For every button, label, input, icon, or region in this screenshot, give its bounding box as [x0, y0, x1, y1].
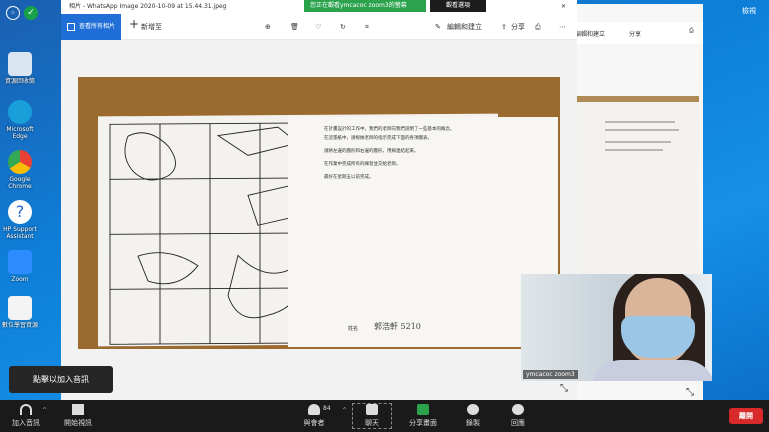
desktop-icon-document[interactable]: 數位學習資源 — [2, 296, 38, 329]
emoji-icon — [512, 404, 524, 415]
view-all-photos-button[interactable]: 查看所有相片 — [61, 14, 121, 40]
expand-icon[interactable]: ⤡ — [560, 383, 568, 394]
secondary-toolbar: 編輯和建立 分享 ⎙ — [563, 22, 703, 44]
record-label: 錄製 — [466, 419, 480, 427]
share-button[interactable]: 分享 — [511, 21, 525, 33]
participant-name-label: ymcacoc zoom3 — [523, 370, 578, 379]
document-lines — [605, 121, 679, 151]
add-icon[interactable]: + — [129, 18, 139, 30]
desktop-icon-label: 數位學習資源 — [2, 322, 39, 329]
face-mask — [621, 316, 695, 358]
headphones-icon — [20, 404, 32, 415]
participants-label: 與會者 — [303, 419, 325, 427]
record-icon — [467, 404, 479, 415]
desktop-icon-label: HP Support Assistant — [3, 226, 37, 240]
share-screen-icon — [417, 404, 429, 415]
handwritten-name: 郭浩軒 5210 — [374, 322, 421, 331]
reactions-button[interactable]: 回應 — [498, 404, 538, 428]
screen-share-banner: 您正在觀看ymcacoc zoom3的螢幕 觀看選項 — [304, 0, 486, 12]
edit-create-button[interactable]: 編輯和建立 — [575, 29, 605, 38]
zoom-toolbar: 加入音訊 ^ 開始視訊 與會者 84 ^ 聊天 分享畫面 錄製 回應 — [0, 400, 769, 432]
name-label: 姓名 — [348, 326, 359, 332]
help-icon: ? — [8, 200, 32, 224]
share-button[interactable]: 分享 — [629, 29, 641, 38]
instruction-line: 最好在星期五以前完成。 — [324, 175, 374, 180]
edit-icon[interactable]: ✎ — [435, 21, 441, 33]
desktop-icon-label: Microsoft Edge — [6, 126, 34, 140]
document-photo-secondary — [575, 96, 699, 274]
more-icon[interactable]: ⋯ — [559, 21, 566, 33]
photos-icon — [67, 23, 75, 31]
view-options-button[interactable]: 觀看選項 — [430, 0, 486, 12]
desktop-icon-hp-support[interactable]: ? HP Support Assistant — [2, 200, 38, 240]
instruction-line: 在作業中完成所有的練習並交給老師。 — [324, 162, 401, 167]
participants-icon — [308, 404, 320, 415]
desktop-icon-label: Zoom — [11, 276, 29, 283]
join-audio-tooltip: 點擊以加入音訊 — [9, 366, 113, 393]
worksheet-right: 在計畫設計的工作中，我們的老師向我們說明了一些基本的概念。 在這張紙中，請根據老… — [288, 117, 558, 347]
document-icon — [8, 296, 32, 320]
instruction-line: 請將左邊的圖形和右邊的圖形，用線連結起來。 — [324, 149, 419, 154]
instruction-line: 在這張紙中，請根據老師的指示完成下面的各項圖表。 — [324, 136, 432, 141]
favorite-icon[interactable]: ♡ — [315, 21, 321, 33]
photos-window: 相片 - WhatsApp Image 2020-10-09 at 15.44.… — [61, 0, 577, 400]
participant-video[interactable]: ymcacoc zoom3 — [521, 274, 712, 381]
share-status: 您正在觀看ymcacoc zoom3的螢幕 — [304, 0, 426, 12]
desktop-icon-recycle-bin[interactable]: 資源回收筒 — [2, 52, 38, 85]
zoom-in-icon[interactable]: ⊕ — [265, 21, 271, 33]
start-video-label: 開始視訊 — [64, 419, 92, 427]
view-button[interactable]: 檢視 — [742, 6, 756, 16]
expand-icon[interactable]: ⤡ — [686, 387, 694, 398]
video-off-icon — [72, 404, 84, 415]
close-icon[interactable]: ✕ — [561, 0, 566, 14]
delete-icon[interactable]: 🗑 — [290, 21, 299, 33]
taskview-icon[interactable]: ◦ — [6, 6, 20, 20]
leave-meeting-button[interactable]: 離開 — [729, 408, 763, 424]
participants-count: 84 — [323, 405, 331, 412]
edge-icon — [8, 100, 32, 124]
share-icon[interactable]: ⇪ — [501, 21, 507, 33]
edit-create-button[interactable]: 編輯和建立 — [447, 21, 482, 33]
share-screen-button[interactable]: 分享畫面 — [403, 404, 443, 428]
chevron-up-icon[interactable]: ^ — [342, 407, 347, 414]
chat-label: 聊天 — [365, 419, 379, 427]
reactions-label: 回應 — [511, 419, 525, 427]
print-icon[interactable]: ⎙ — [535, 21, 541, 33]
desktop-icon-label: Google Chrome — [8, 176, 32, 190]
join-audio-button[interactable]: 加入音訊 — [6, 404, 46, 428]
desktop-icon-zoom[interactable]: Zoom — [2, 250, 38, 283]
rotate-icon[interactable]: ↻ — [340, 21, 346, 33]
print-icon[interactable]: ⎙ — [689, 27, 694, 35]
shield-icon[interactable]: ✓ — [24, 6, 38, 20]
view-label: 檢視 — [742, 7, 756, 15]
window-title: 相片 - WhatsApp Image 2020-10-09 at 15.44.… — [69, 3, 227, 10]
chat-button[interactable]: 聊天 — [352, 403, 392, 429]
desktop-icon-edge[interactable]: Microsoft Edge — [2, 100, 38, 140]
document-photo: 在計畫設計的工作中，我們的老師向我們說明了一些基本的概念。 在這張紙中，請根據老… — [78, 77, 560, 349]
desktop-icon-chrome[interactable]: Google Chrome — [2, 150, 38, 190]
chrome-icon — [8, 150, 32, 174]
recycle-bin-icon — [8, 52, 32, 76]
start-video-button[interactable]: 開始視訊 — [58, 404, 98, 428]
share-screen-label: 分享畫面 — [409, 419, 437, 427]
zoom-icon — [8, 250, 32, 274]
desktop-icon-label: 資源回收筒 — [4, 78, 35, 85]
join-audio-label: 加入音訊 — [12, 419, 40, 427]
add-to-button[interactable]: 新增至 — [141, 21, 162, 33]
document-sheet — [575, 102, 699, 274]
record-button[interactable]: 錄製 — [453, 404, 493, 428]
chevron-up-icon[interactable]: ^ — [42, 407, 47, 414]
photos-toolbar: + 新增至 ⊕ 🗑 ♡ ↻ ⌗ ✎ 編輯和建立 ⇪ 分享 ⎙ ⋯ — [61, 14, 577, 40]
instructions: 在計畫設計的工作中，我們的老師向我們說明了一些基本的概念。 在這張紙中，請根據老… — [324, 125, 534, 182]
view-all-label: 查看所有相片 — [79, 23, 116, 30]
instruction-line: 在計畫設計的工作中，我們的老師向我們說明了一些基本的概念。 — [324, 127, 455, 132]
image-viewer: 在計畫設計的工作中，我們的老師向我們說明了一些基本的概念。 在這張紙中，請根據老… — [61, 40, 577, 400]
participant-shirt — [591, 360, 712, 381]
chat-icon — [366, 404, 378, 415]
crop-icon[interactable]: ⌗ — [365, 21, 369, 33]
